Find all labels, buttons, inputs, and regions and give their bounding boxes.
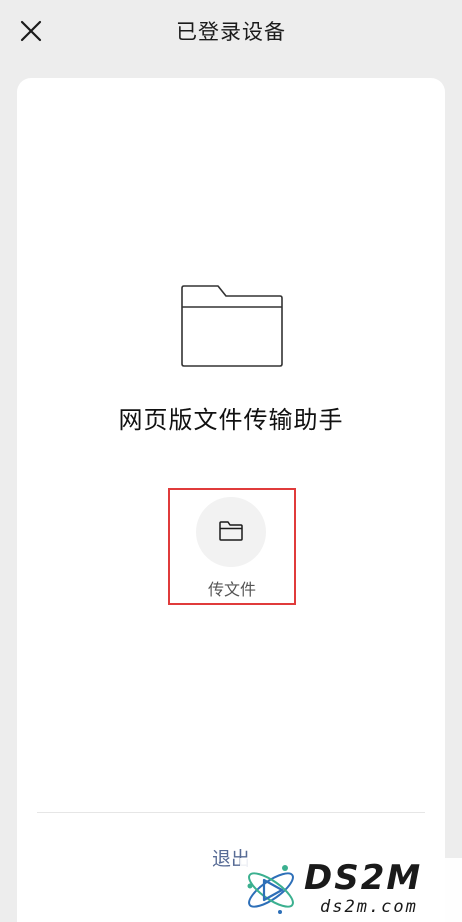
send-file-button[interactable] xyxy=(196,497,266,567)
atom-logo-icon xyxy=(247,865,294,914)
device-name: 网页版文件传输助手 xyxy=(118,406,344,434)
watermark-brand: DS2M xyxy=(304,858,423,898)
page-title: 已登录设备 xyxy=(176,20,286,44)
page: 已登录设备 网页版文件传输助手 传文件 退出 DS2M ds2m.com xyxy=(0,0,462,922)
divider xyxy=(37,812,425,813)
navigation-bar: 已登录设备 xyxy=(0,0,462,62)
folder-icon xyxy=(219,521,243,541)
watermark-site: ds2m.com xyxy=(320,897,418,917)
send-file-label: 传文件 xyxy=(207,580,256,599)
device-card: 网页版文件传输助手 传文件 退出 xyxy=(17,78,445,922)
watermark: DS2M ds2m.com xyxy=(240,858,462,922)
folder-icon xyxy=(181,285,283,367)
